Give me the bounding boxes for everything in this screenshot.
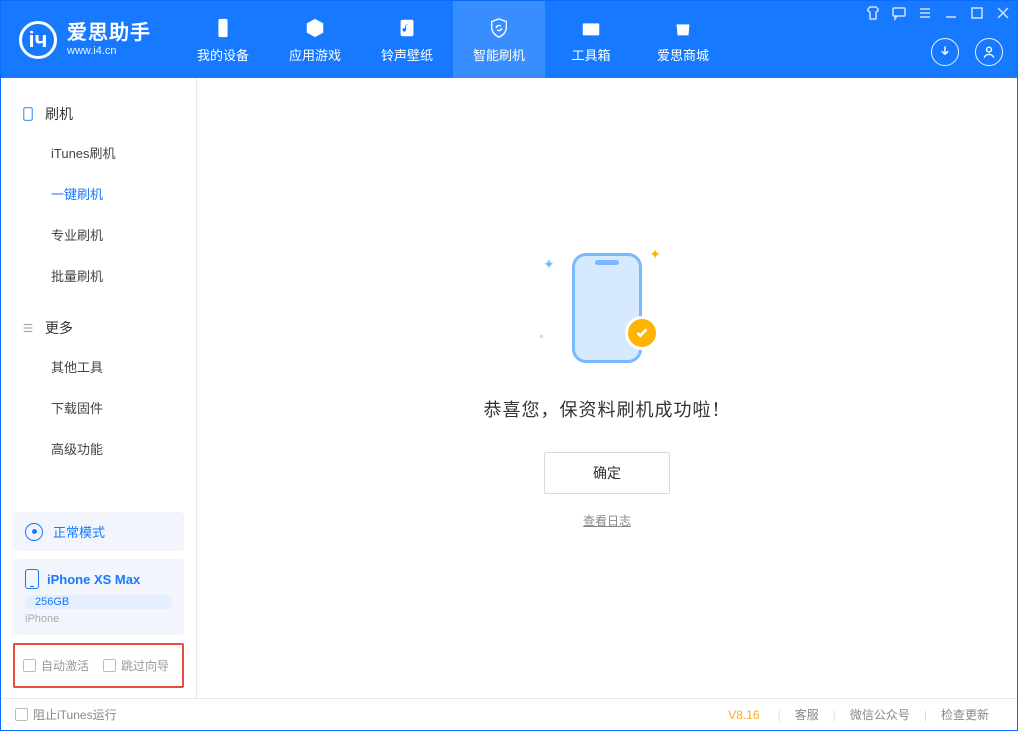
list-icon <box>21 321 35 335</box>
tab-store[interactable]: 爱思商城 <box>637 1 729 78</box>
app-window: iч 爱思助手 www.i4.cn 我的设备 应用游戏 铃声壁纸 智能刷机 <box>0 0 1018 731</box>
main-content: ✦ ✦ • 恭喜您，保资料刷机成功啦！ 确定 查看日志 <box>197 78 1017 698</box>
success-message: 恭喜您，保资料刷机成功啦！ <box>484 396 731 422</box>
sparkle-icon: ✦ <box>543 256 555 273</box>
sidebar-item-batch-flash[interactable]: 批量刷机 <box>1 255 196 296</box>
checkbox-skip-guide[interactable]: 跳过向导 <box>103 657 169 674</box>
nav-tabs: 我的设备 应用游戏 铃声壁纸 智能刷机 工具箱 爱思商城 <box>177 1 729 78</box>
device-mode-label: 正常模式 <box>53 522 105 541</box>
download-icon[interactable] <box>931 38 959 66</box>
success-illustration: ✦ ✦ • <box>547 248 667 368</box>
checkbox-auto-activate[interactable]: 自动激活 <box>23 657 89 674</box>
sparkle-icon: • <box>539 328 544 344</box>
ok-button[interactable]: 确定 <box>544 452 670 494</box>
music-icon <box>394 15 420 41</box>
bag-icon <box>670 15 696 41</box>
close-icon[interactable] <box>995 5 1011 21</box>
app-subtitle: www.i4.cn <box>67 45 151 58</box>
sidebar-group-flash: 刷机 <box>1 96 196 132</box>
logo-icon: iч <box>19 21 57 59</box>
normal-mode-icon <box>25 523 43 541</box>
tab-toolbox[interactable]: 工具箱 <box>545 1 637 78</box>
sidebar-group-more: 更多 <box>1 310 196 346</box>
tab-smart-flash[interactable]: 智能刷机 <box>453 1 545 78</box>
sidebar-item-pro-flash[interactable]: 专业刷机 <box>1 214 196 255</box>
checkbox-icon <box>103 659 116 672</box>
footer-link-wechat[interactable]: 微信公众号 <box>836 706 924 723</box>
logo-area: iч 爱思助手 www.i4.cn <box>1 1 169 78</box>
device-storage-badge: 256GB <box>25 595 172 609</box>
briefcase-icon <box>578 15 604 41</box>
sidebar-item-other-tools[interactable]: 其他工具 <box>1 346 196 387</box>
version-label: V8.16 <box>728 708 759 722</box>
sparkle-icon: ✦ <box>649 246 661 263</box>
sidebar-item-advanced[interactable]: 高级功能 <box>1 428 196 469</box>
feedback-icon[interactable] <box>891 5 907 21</box>
phone-icon <box>210 15 236 41</box>
footer: 阻止iTunes运行 V8.16 | 客服 | 微信公众号 | 检查更新 <box>1 698 1017 730</box>
tab-my-device[interactable]: 我的设备 <box>177 1 269 78</box>
shield-refresh-icon <box>486 15 512 41</box>
menu-icon[interactable] <box>917 5 933 21</box>
skin-icon[interactable] <box>865 5 881 21</box>
checkbox-block-itunes[interactable]: 阻止iTunes运行 <box>15 706 117 723</box>
window-controls <box>865 5 1011 21</box>
maximize-icon[interactable] <box>969 5 985 21</box>
sidebar: 刷机 iTunes刷机 一键刷机 专业刷机 批量刷机 更多 其他工具 下载固件 … <box>1 78 197 698</box>
sidebar-item-oneclick-flash[interactable]: 一键刷机 <box>1 173 196 214</box>
footer-link-update[interactable]: 检查更新 <box>927 706 1003 723</box>
phone-outline-icon <box>21 107 35 121</box>
cube-icon <box>302 15 328 41</box>
device-info-card[interactable]: iPhone XS Max 256GB iPhone <box>13 559 184 635</box>
user-icon[interactable] <box>975 38 1003 66</box>
body: 刷机 iTunes刷机 一键刷机 专业刷机 批量刷机 更多 其他工具 下载固件 … <box>1 78 1017 698</box>
app-title: 爱思助手 <box>67 21 151 45</box>
device-type-label: iPhone <box>25 613 172 625</box>
view-log-link[interactable]: 查看日志 <box>583 512 631 529</box>
minimize-icon[interactable] <box>943 5 959 21</box>
header-actions <box>931 38 1003 66</box>
checkbox-icon <box>15 708 28 721</box>
tab-apps-games[interactable]: 应用游戏 <box>269 1 361 78</box>
footer-link-support[interactable]: 客服 <box>781 706 833 723</box>
tab-ringtones-wallpapers[interactable]: 铃声壁纸 <box>361 1 453 78</box>
sidebar-item-download-firmware[interactable]: 下载固件 <box>1 387 196 428</box>
device-name-label: iPhone XS Max <box>47 572 140 587</box>
device-mode-card[interactable]: 正常模式 <box>13 512 184 551</box>
sidebar-item-itunes-flash[interactable]: iTunes刷机 <box>1 132 196 173</box>
checkmark-badge-icon <box>625 316 659 350</box>
device-icon <box>25 569 39 589</box>
header: iч 爱思助手 www.i4.cn 我的设备 应用游戏 铃声壁纸 智能刷机 <box>1 1 1017 78</box>
checkbox-icon <box>23 659 36 672</box>
options-highlight-box: 自动激活 跳过向导 <box>13 643 184 688</box>
